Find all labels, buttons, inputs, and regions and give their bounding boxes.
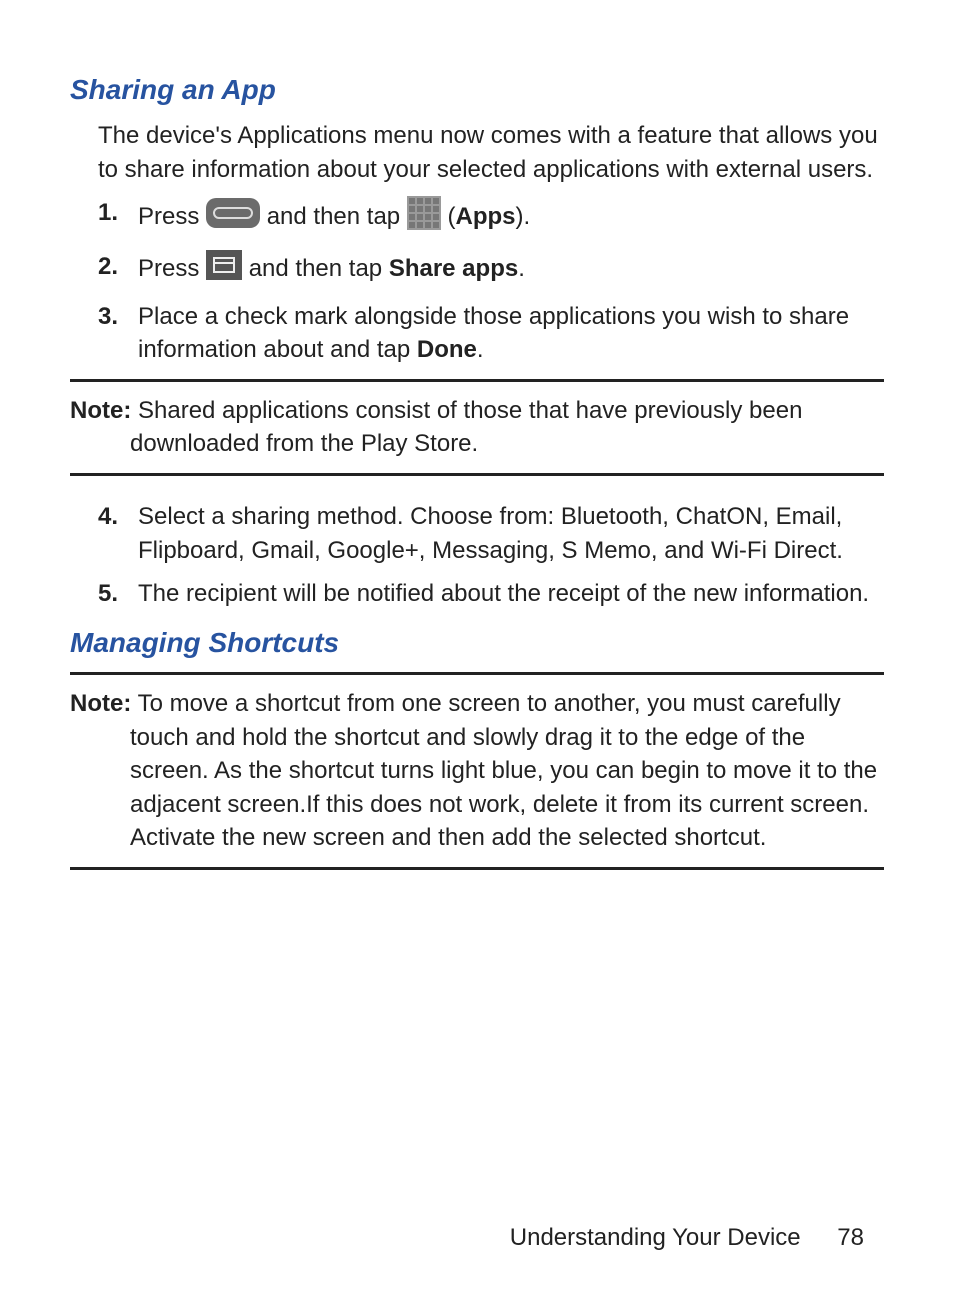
- step-text: Place a check mark alongside those appli…: [138, 303, 849, 364]
- step-1: 1. Press and then tap (Apps).: [98, 196, 884, 240]
- step-text: Press: [138, 204, 206, 231]
- note-text: Shared applications consist of those tha…: [130, 397, 802, 458]
- step-number: 4.: [98, 500, 138, 567]
- menu-button-icon: [206, 250, 242, 290]
- section-heading-sharing: Sharing an App: [70, 70, 884, 109]
- step-text: and then tap: [267, 204, 407, 231]
- step-2: 2. Press and then tap Share apps.: [98, 250, 884, 290]
- note-block-shared-apps: Note: Shared applications consist of tho…: [70, 379, 884, 476]
- step-text: Select a sharing method. Choose from: Bl…: [138, 500, 884, 567]
- done-label: Done: [417, 336, 477, 363]
- share-apps-label: Share apps: [389, 255, 518, 282]
- section-heading-shortcuts: Managing Shortcuts: [70, 623, 884, 662]
- step-text: The recipient will be notified about the…: [138, 577, 884, 611]
- apps-grid-icon: [407, 196, 441, 240]
- note-text: To move a shortcut from one screen to an…: [130, 690, 877, 851]
- step-text: and then tap: [249, 255, 389, 282]
- step-number: 2.: [98, 250, 138, 290]
- apps-label: Apps: [455, 204, 515, 231]
- step-number: 3.: [98, 300, 138, 367]
- intro-paragraph: The device's Applications menu now comes…: [98, 119, 884, 186]
- note-block-shortcuts: Note: To move a shortcut from one screen…: [70, 672, 884, 870]
- step-number: 1.: [98, 196, 138, 240]
- step-5: 5. The recipient will be notified about …: [98, 577, 884, 611]
- home-button-icon: [206, 198, 260, 238]
- note-label: Note:: [70, 397, 131, 424]
- step-4: 4. Select a sharing method. Choose from:…: [98, 500, 884, 567]
- page-number: 78: [837, 1224, 864, 1251]
- step-text: .: [477, 336, 484, 363]
- step-number: 5.: [98, 577, 138, 611]
- step-text: ).: [515, 204, 530, 231]
- page-footer: Understanding Your Device 78: [510, 1221, 864, 1255]
- note-label: Note:: [70, 690, 131, 717]
- step-text: Press: [138, 255, 206, 282]
- chapter-title: Understanding Your Device: [510, 1224, 801, 1251]
- step-3: 3. Place a check mark alongside those ap…: [98, 300, 884, 367]
- step-text: .: [518, 255, 525, 282]
